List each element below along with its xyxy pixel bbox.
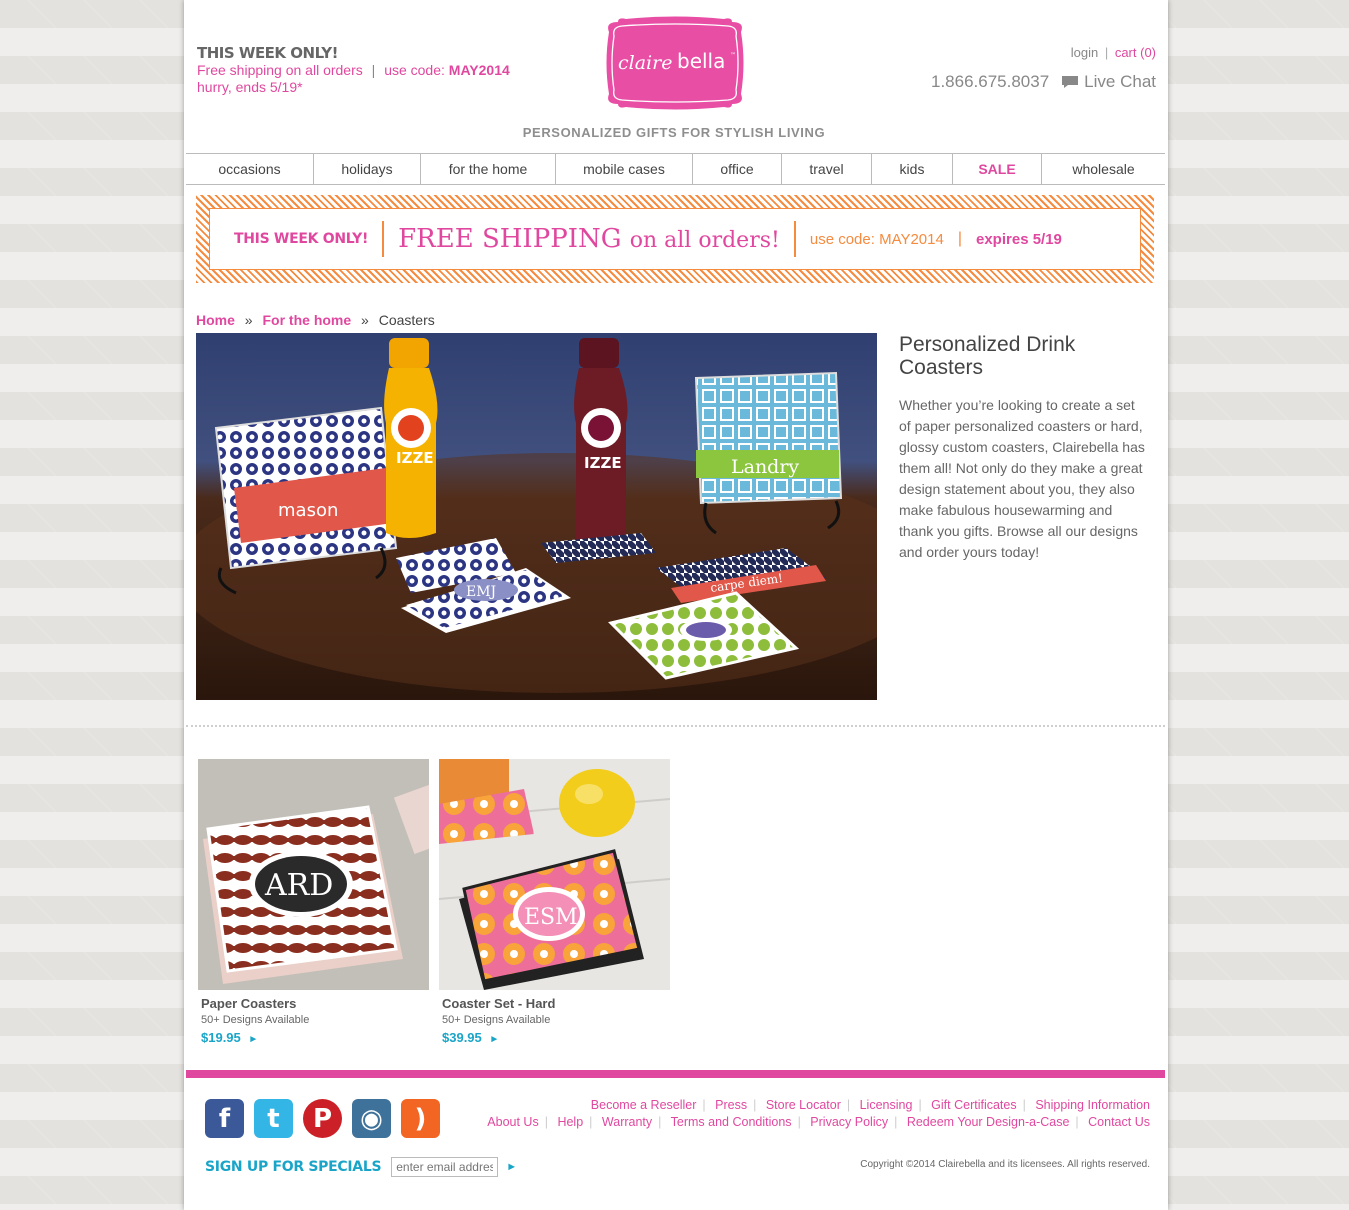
hero-label-emj: EMJ <box>466 584 496 600</box>
product-monogram-ard: ARD <box>264 868 333 903</box>
page-container: THIS WEEK ONLY! Free shipping on all ord… <box>184 0 1168 1210</box>
banner-this-week: THIS WEEK ONLY! <box>234 231 369 247</box>
breadcrumb-separator: » <box>361 312 369 328</box>
cart-link[interactable]: cart (0) <box>1115 45 1156 60</box>
phone-number: 1.866.675.8037 <box>931 72 1050 91</box>
footer-link-privacy-policy[interactable]: Privacy Policy <box>810 1115 888 1129</box>
footer-links-row-2: About Us | Help | Warranty | Terms and Cond… <box>487 1115 1150 1129</box>
twitter-icon[interactable]: t <box>254 1099 293 1138</box>
chat-bubble-icon <box>1062 76 1079 88</box>
live-chat-label: Live Chat <box>1084 72 1156 91</box>
footer-link-licensing[interactable]: Licensing <box>860 1098 913 1112</box>
product-image-paper-coasters[interactable]: ARD <box>198 759 429 990</box>
nav-item-mobile-cases[interactable]: mobile cases <box>556 154 693 184</box>
product-card-paper-coasters[interactable]: ARD Paper Coasters 50+ Designs Available… <box>198 759 429 1045</box>
signup-submit-arrow-icon[interactable]: ► <box>506 1161 517 1173</box>
footer-link-help[interactable]: Help <box>557 1115 583 1129</box>
banner-on-all-orders: on all orders! <box>629 228 780 253</box>
nav-item-sale[interactable]: SALE <box>953 154 1042 184</box>
footer-link-about-us[interactable]: About Us <box>487 1115 538 1129</box>
nav-item-wholesale[interactable]: wholesale <box>1042 154 1165 184</box>
banner-free-shipping: FREE SHIPPING <box>398 224 622 254</box>
footer-link-redeem-design-a-case[interactable]: Redeem Your Design-a-Case <box>907 1115 1070 1129</box>
banner-divider <box>382 221 385 257</box>
promo-heading: THIS WEEK ONLY! <box>197 44 339 62</box>
contact-info: 1.866.675.8037 Live Chat <box>931 72 1156 92</box>
product-image-coaster-set-hard[interactable]: ESM <box>439 759 670 990</box>
tagline: PERSONALIZED GIFTS FOR STYLISH LIVING <box>522 125 826 140</box>
hero-label-izze-2: IZZE <box>584 454 622 472</box>
nav-item-kids[interactable]: kids <box>872 154 953 184</box>
nav-item-travel[interactable]: travel <box>782 154 872 184</box>
logo-text-bella: bella <box>677 49 725 73</box>
footer-link-contact-us[interactable]: Contact Us <box>1088 1115 1150 1129</box>
nav-item-for-the-home[interactable]: for the home <box>421 154 556 184</box>
product-subtext: 50+ Designs Available <box>201 1014 310 1026</box>
banner-code-prefix: use code: <box>809 230 875 248</box>
account-links: login | cart (0) <box>1071 45 1156 60</box>
footer-link-gift-certificates[interactable]: Gift Certificates <box>931 1098 1016 1112</box>
hero-label-izze-1: IZZE <box>396 449 434 467</box>
social-icons: f t P ◉ ) <box>205 1099 440 1138</box>
footer-link-warranty[interactable]: Warranty <box>602 1115 652 1129</box>
product-price[interactable]: $39.95 <box>442 1030 482 1045</box>
page-title: Personalized Drink Coasters <box>899 333 1076 379</box>
product-monogram-esm: ESM <box>524 905 578 930</box>
hero-label-landry: Landry <box>731 456 799 478</box>
product-subtext: 50+ Designs Available <box>442 1014 551 1026</box>
product-price[interactable]: $19.95 <box>201 1030 241 1045</box>
promo-code-prefix: use code: <box>384 62 445 78</box>
free-shipping-banner[interactable]: THIS WEEK ONLY! FREE SHIPPING on all ord… <box>196 195 1154 283</box>
facebook-icon[interactable]: f <box>205 1099 244 1138</box>
breadcrumb-home[interactable]: Home <box>196 312 235 328</box>
hero-label-mason: mason <box>278 500 338 521</box>
promo-code: MAY2014 <box>448 62 510 78</box>
footer-link-shipping-information[interactable]: Shipping Information <box>1035 1098 1150 1112</box>
rss-icon[interactable]: ) <box>401 1099 440 1138</box>
pinterest-icon[interactable]: P <box>303 1099 342 1138</box>
clairebella-logo[interactable]: claire bella ™ <box>604 16 746 110</box>
breadcrumb: Home » For the home » Coasters <box>196 312 435 328</box>
instagram-icon[interactable]: ◉ <box>352 1099 391 1138</box>
banner-expires: expires 5/19 <box>976 230 1062 248</box>
hero-coasters-photo: mason IZZE IZZE Landry EMJ carpe diem! <box>196 333 877 700</box>
price-arrow-icon: ► <box>248 1034 259 1045</box>
footer-links-row-1: Become a Reseller | Press | Store Locator |… <box>590 1098 1150 1112</box>
signup-label: SIGN UP FOR SPECIALS <box>205 1159 382 1175</box>
email-signup-input[interactable] <box>391 1157 499 1177</box>
logo-tm: ™ <box>730 52 736 59</box>
nav-item-office[interactable]: office <box>693 154 782 184</box>
promo-shipping-text: Free shipping on all orders <box>197 62 363 78</box>
breadcrumb-current: Coasters <box>378 312 435 328</box>
promo-deadline: hurry, ends 5/19* <box>197 79 303 95</box>
footer-link-become-a-reseller[interactable]: Become a Reseller <box>591 1098 697 1112</box>
logo-text-claire: claire <box>618 52 672 74</box>
banner-divider <box>793 221 796 257</box>
header-promo: THIS WEEK ONLY! Free shipping on all ord… <box>197 44 527 96</box>
product-name[interactable]: Paper Coasters <box>201 996 429 1011</box>
login-link[interactable]: login <box>1071 45 1098 60</box>
nav-item-holidays[interactable]: holidays <box>314 154 421 184</box>
price-arrow-icon: ► <box>489 1034 500 1045</box>
promo-divider: | <box>371 62 376 78</box>
breadcrumb-separator: » <box>244 312 253 328</box>
footer-link-terms-and-conditions[interactable]: Terms and Conditions <box>671 1115 792 1129</box>
footer-bar <box>186 1070 1165 1078</box>
copyright: Copyright ©2014 Clairebella and its lice… <box>860 1159 1150 1170</box>
breadcrumb-for-the-home[interactable]: For the home <box>262 312 351 328</box>
live-chat-link[interactable]: Live Chat <box>1061 72 1156 92</box>
banner-code: MAY2014 <box>879 230 944 248</box>
banner-separator: | <box>957 230 962 247</box>
footer-link-store-locator[interactable]: Store Locator <box>766 1098 841 1112</box>
section-divider <box>186 725 1165 727</box>
main-navigation: occasions holidays for the home mobile c… <box>186 153 1165 185</box>
footer-link-press[interactable]: Press <box>715 1098 747 1112</box>
page-description: Whether you’re looking to create a set o… <box>899 397 1145 560</box>
product-card-coaster-set-hard[interactable]: ESM Coaster Set - Hard 50+ Designs Avail… <box>439 759 670 1045</box>
util-divider: | <box>1104 45 1109 60</box>
nav-item-occasions[interactable]: occasions <box>186 154 314 184</box>
product-name[interactable]: Coaster Set - Hard <box>442 996 670 1011</box>
newsletter-signup: SIGN UP FOR SPECIALS ► <box>205 1157 517 1177</box>
